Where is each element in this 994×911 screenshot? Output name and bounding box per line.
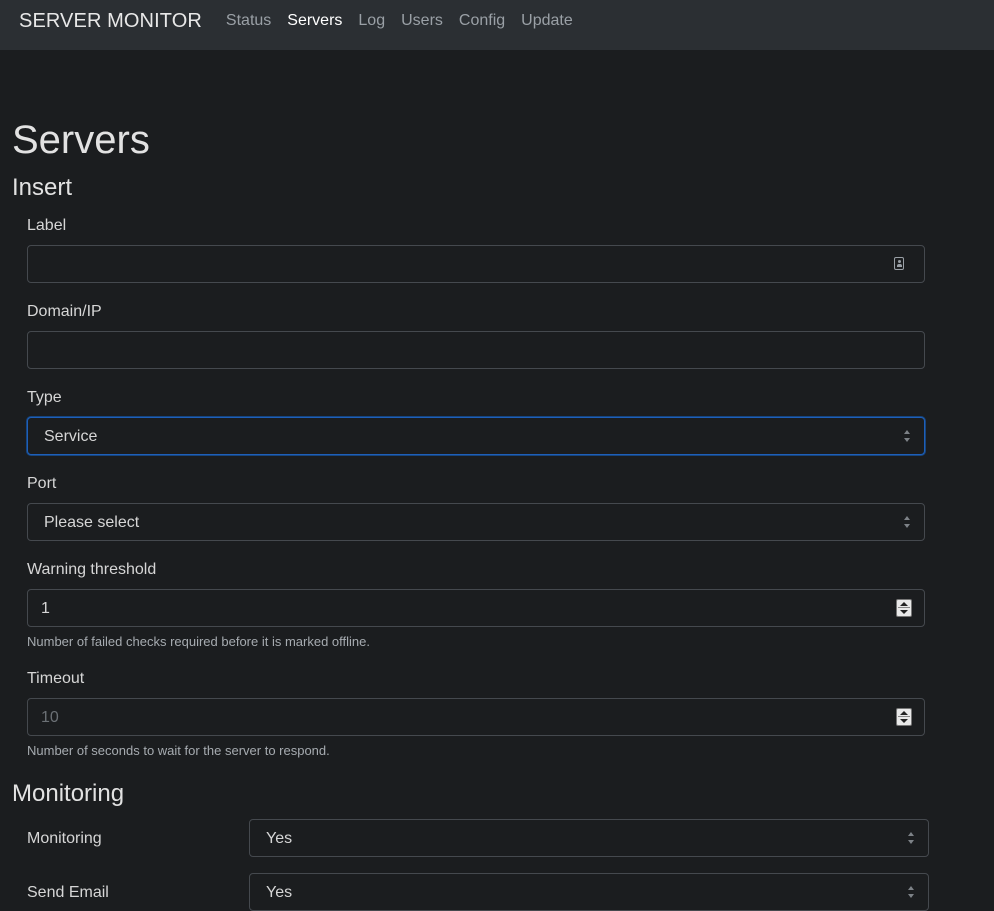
nav-link-status[interactable]: Status [226, 10, 271, 32]
nav-link-log[interactable]: Log [358, 10, 385, 32]
contact-card-icon[interactable] [894, 257, 904, 270]
warning-threshold-value: 1 [41, 600, 50, 617]
brand-logo[interactable]: SERVER MONITOR [19, 10, 202, 32]
domain-input[interactable] [27, 331, 925, 369]
warning-threshold-input[interactable]: 1 [27, 589, 925, 627]
domain-field-label: Domain/IP [27, 303, 102, 320]
spinner-divider [898, 716, 910, 717]
nav-link-update[interactable]: Update [521, 10, 573, 32]
type-select[interactable]: Service [27, 417, 925, 455]
port-select[interactable]: Please select [27, 503, 925, 541]
send-email-row-label: Send Email [27, 884, 109, 901]
nav-link-servers[interactable]: Servers [287, 10, 342, 32]
spinner-down-icon[interactable] [900, 719, 908, 723]
monitoring-select-value: Yes [266, 830, 293, 847]
top-navbar: SERVER MONITOR Status Servers Log Users … [0, 0, 994, 50]
page-title: Servers [12, 118, 150, 162]
type-select-value: Service [44, 428, 98, 445]
port-field-label: Port [27, 475, 57, 492]
monitoring-row-label: Monitoring [27, 830, 102, 847]
spinner-divider [898, 607, 910, 608]
timeout-input[interactable]: 10 [27, 698, 925, 736]
send-email-select-value: Yes [266, 884, 293, 901]
label-field-label: Label [27, 217, 67, 234]
timeout-placeholder: 10 [41, 709, 59, 726]
select-arrows-icon [908, 886, 916, 900]
monitoring-select[interactable]: Yes [249, 819, 929, 857]
nav-link-config[interactable]: Config [459, 10, 505, 32]
insert-section-title: Insert [12, 174, 73, 201]
spinner-up-icon[interactable] [900, 602, 908, 606]
warning-threshold-label: Warning threshold [27, 561, 157, 578]
select-arrows-icon [904, 516, 912, 530]
spinner-up-icon[interactable] [900, 711, 908, 715]
select-arrows-icon [908, 832, 916, 846]
label-input[interactable] [27, 245, 925, 283]
number-spinner-icon[interactable] [896, 708, 912, 726]
spinner-down-icon[interactable] [900, 610, 908, 614]
warning-threshold-help: Number of failed checks required before … [27, 634, 370, 649]
send-email-select[interactable]: Yes [249, 873, 929, 911]
number-spinner-icon[interactable] [896, 599, 912, 617]
type-field-label: Type [27, 389, 62, 406]
port-select-value: Please select [44, 514, 140, 531]
monitoring-section-title: Monitoring [12, 780, 125, 807]
timeout-help: Number of seconds to wait for the server… [27, 743, 330, 758]
select-arrows-icon [904, 430, 912, 444]
timeout-label: Timeout [27, 670, 85, 687]
nav-link-users[interactable]: Users [401, 10, 443, 32]
